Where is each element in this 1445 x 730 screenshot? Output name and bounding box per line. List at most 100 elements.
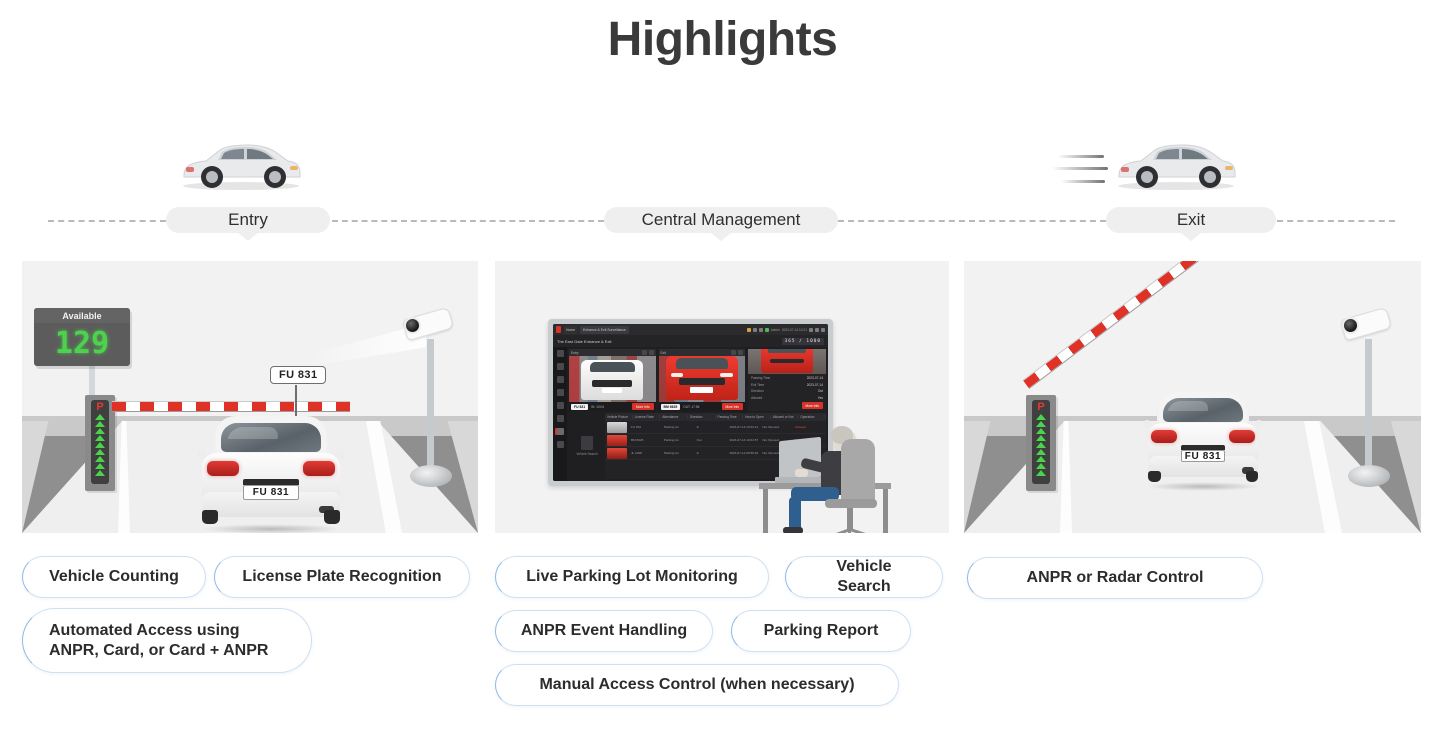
- bell-icon[interactable]: [758, 327, 763, 332]
- vms-status-area: Admin 2023-07-14 10:21: [746, 327, 825, 332]
- operator-shin: [789, 497, 801, 531]
- taillight-left: [206, 460, 239, 477]
- vehicle-search-label: Vehicle Search: [576, 452, 598, 456]
- chevron-up-icon: [95, 449, 105, 455]
- camera-icon[interactable]: [556, 363, 564, 370]
- feature-label: License Plate Recognition: [242, 568, 442, 585]
- feature-pill-anpr-event-handling[interactable]: ANPR Event Handling: [495, 610, 713, 652]
- report-icon[interactable]: [556, 441, 564, 448]
- detected-vehicle: [761, 349, 813, 373]
- vms-tab-home[interactable]: Home: [564, 325, 578, 334]
- chevron-up-icon: [1036, 421, 1046, 427]
- camera-pane-exit: Exit BM 6625 OUT: 17:56 More Info: [658, 349, 745, 411]
- feature-label: ANPR Event Handling: [520, 622, 688, 639]
- timeline-stage-label: Central Management: [641, 210, 801, 229]
- exit-vehicle-illustration: [1111, 139, 1241, 191]
- feature-pill-automated-access[interactable]: Automated Access using ANPR, Card, or Ca…: [22, 608, 312, 673]
- cell-allowed: Allowed: [795, 425, 806, 429]
- fullscreen-icon[interactable]: [738, 350, 743, 355]
- warning-icon[interactable]: [746, 327, 751, 332]
- motion-line: [1058, 155, 1104, 158]
- tools-icon[interactable]: [752, 327, 757, 332]
- feature-label: Manual Access Control (when necessary): [539, 676, 855, 693]
- tyre-right: [323, 510, 340, 524]
- pointer-icon: [710, 232, 732, 241]
- chevron-up-icon: [95, 421, 105, 427]
- motion-line: [1052, 167, 1108, 170]
- tyre-right: [1245, 470, 1259, 483]
- feature-pill-live-parking-lot-monitoring[interactable]: Live Parking Lot Monitoring: [495, 556, 769, 598]
- vms-tab-active[interactable]: Entrance & Exit Surveillance: [580, 325, 629, 334]
- chevron-up-icon: [1036, 414, 1046, 420]
- vehicle-thumbnail: [607, 434, 627, 446]
- feature-label: ANPR or Radar Control: [1026, 569, 1204, 586]
- camera-lens-icon: [404, 317, 421, 334]
- timeline-stage-entry[interactable]: Entry: [166, 207, 330, 241]
- vms-sub-bar: The East Gate Entrance & Exit 365 / 1000: [553, 335, 828, 347]
- close-icon[interactable]: [821, 327, 825, 332]
- exit-scene-panel: P FU 831: [964, 261, 1421, 533]
- timeline-stage-label: Exit: [1176, 210, 1206, 229]
- online-status-icon: [764, 327, 769, 332]
- app-logo-icon: [556, 326, 561, 333]
- exit-lane-signal: P: [1026, 395, 1056, 491]
- chevron-up-icon: [1036, 449, 1046, 455]
- minimize-icon[interactable]: [809, 327, 813, 332]
- camera-pole: [1365, 339, 1372, 479]
- column-header: License Plate: [633, 415, 661, 419]
- feature-pill-vehicle-search[interactable]: Vehicle Search: [785, 556, 943, 598]
- feature-pill-manual-access-control[interactable]: Manual Access Control (when necessary): [495, 664, 899, 706]
- maximize-icon[interactable]: [815, 327, 819, 332]
- tyre-left: [202, 510, 219, 524]
- desk-leg: [763, 489, 768, 533]
- detail-row: Allowed Yes: [751, 395, 823, 400]
- grid-icon[interactable]: [556, 389, 564, 396]
- cell-time: 2023-07-14 09:58:40: [729, 451, 759, 455]
- office-chair-back: [841, 439, 875, 505]
- feature-pill-parking-report[interactable]: Parking Report: [731, 610, 911, 652]
- camera-pole: [427, 339, 434, 479]
- vehicle-search-icon: [581, 436, 593, 450]
- more-info-button[interactable]: More Info: [632, 403, 654, 410]
- column-header: Vehicle Picture: [605, 415, 633, 419]
- operator-shoe: [783, 527, 803, 533]
- table-row[interactable]: FU 831 Parking lot In 2023-07-14 10:04:1…: [605, 421, 826, 434]
- motion-line: [1061, 180, 1105, 183]
- grille: [592, 380, 633, 387]
- dashboard-icon[interactable]: [556, 350, 564, 357]
- gate-icon[interactable]: [556, 415, 564, 422]
- feature-pill-license-plate-recognition[interactable]: License Plate Recognition: [214, 556, 470, 598]
- detected-vehicle: [581, 360, 644, 401]
- chevron-up-icon: [95, 428, 105, 434]
- vehicle-search-widget[interactable]: Vehicle Search: [569, 413, 605, 479]
- feature-pill-anpr-or-radar-control[interactable]: ANPR or Radar Control: [967, 557, 1263, 599]
- more-info-button[interactable]: More Info: [801, 402, 823, 409]
- people-icon[interactable]: [556, 402, 564, 409]
- site-title: The East Gate Entrance & Exit: [557, 338, 612, 344]
- chevron-up-icon: [95, 414, 105, 420]
- snapshot-icon[interactable]: [641, 350, 647, 355]
- snapshot-icon[interactable]: [731, 350, 736, 355]
- map-icon[interactable]: [556, 376, 564, 383]
- timeline-stage-central-management[interactable]: Central Management: [604, 207, 838, 241]
- camera-live-view[interactable]: [569, 356, 656, 402]
- plate-text: FU 831: [1184, 450, 1222, 462]
- front-plate: [690, 386, 714, 393]
- cell-attendance: Parking lot: [663, 438, 679, 442]
- camera-pane-footer: FU 831 IN: 10:04 More Info: [569, 402, 656, 411]
- fullscreen-icon[interactable]: [648, 350, 654, 355]
- column-header: Direction: [688, 415, 716, 419]
- camera-live-view[interactable]: [658, 356, 745, 402]
- entry-vehicle-illustration: [176, 139, 306, 191]
- timeline-stage-exit[interactable]: Exit: [1106, 207, 1276, 241]
- feature-pill-vehicle-counting[interactable]: Vehicle Counting: [22, 556, 206, 598]
- camera-lens-icon: [1342, 317, 1359, 334]
- chevron-up-icon: [1036, 435, 1046, 441]
- exit-barrier-arm: [1022, 261, 1206, 389]
- parking-icon[interactable]: [556, 428, 564, 435]
- detected-plate: FU 831: [571, 403, 589, 410]
- column-header: How to Open: [743, 415, 771, 419]
- headlight-left: [670, 372, 684, 377]
- highlights-page: Highlights Entry Central Management Exit…: [0, 0, 1445, 730]
- more-info-button[interactable]: More Info: [721, 403, 743, 410]
